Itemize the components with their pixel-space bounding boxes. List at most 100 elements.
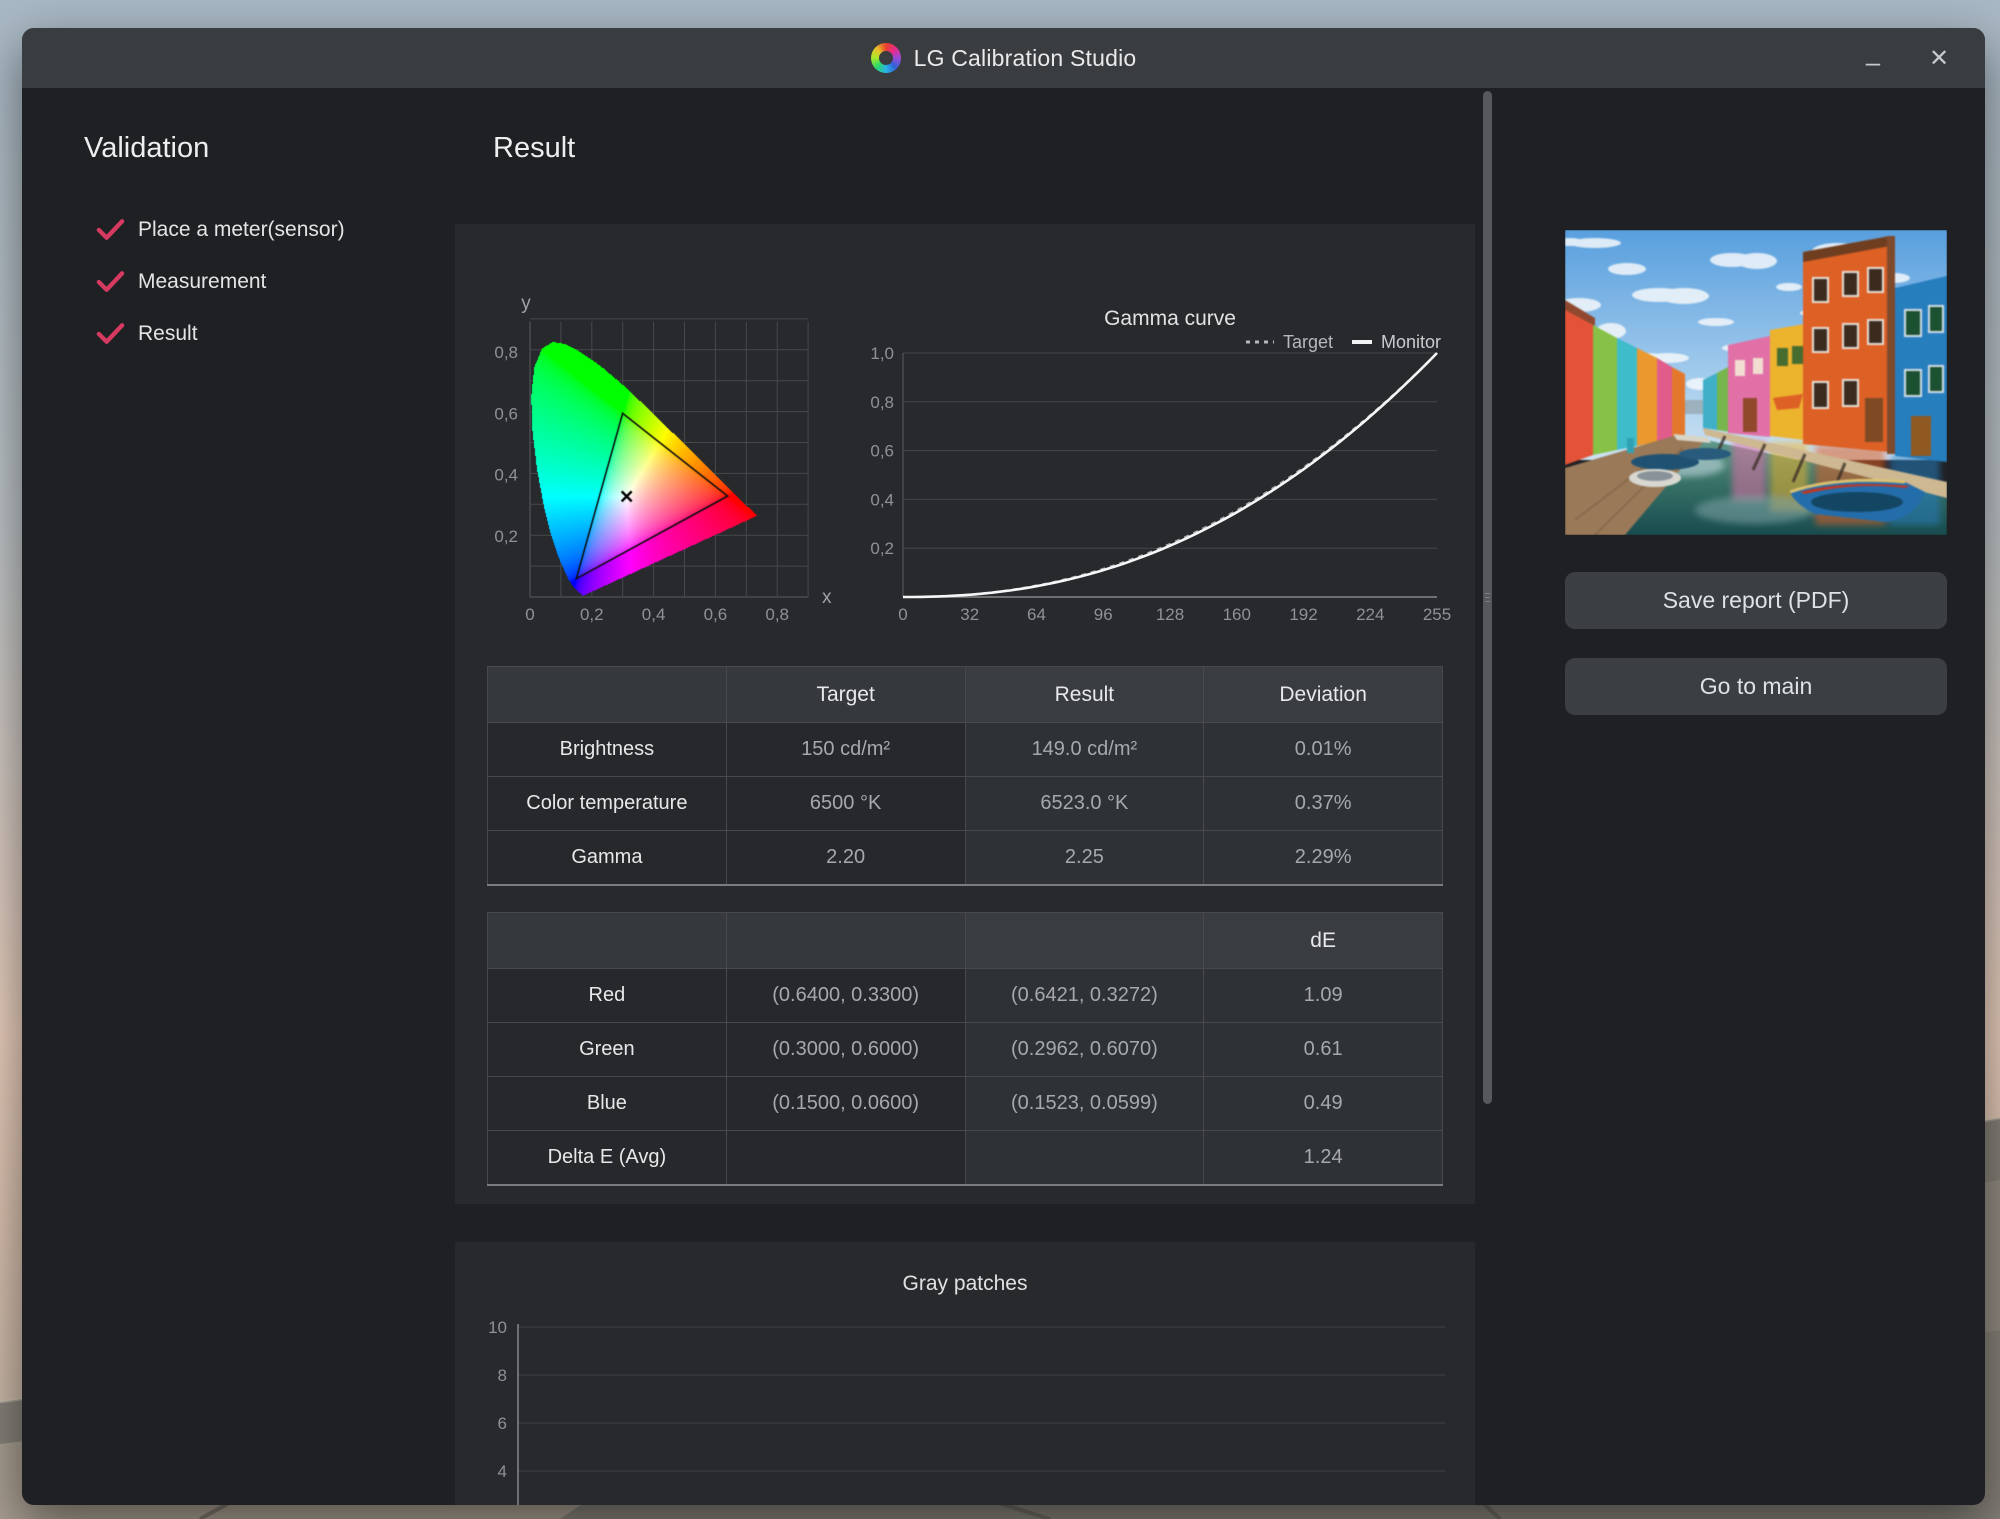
- table-row: Red(0.6400, 0.3300)(0.6421, 0.3272)1.09: [488, 969, 1443, 1023]
- validation-step-label: Measurement: [138, 270, 266, 294]
- save-report-button[interactable]: Save report (PDF): [1565, 572, 1947, 629]
- check-icon: [95, 218, 126, 242]
- svg-text:4: 4: [498, 1462, 507, 1481]
- primaries-table-cell: [965, 1131, 1204, 1186]
- titlebar: LG Calibration Studio – ✕: [22, 28, 1985, 88]
- summary-table-header: Target: [726, 667, 965, 723]
- primaries-table-row-label: Green: [488, 1023, 727, 1077]
- svg-text:0,2: 0,2: [870, 539, 894, 558]
- summary-table-row-label: Color temperature: [488, 777, 727, 831]
- summary-table-cell: 149.0 cd/m²: [965, 723, 1204, 777]
- primaries-table-cell: 1.24: [1204, 1131, 1443, 1186]
- svg-text:32: 32: [960, 605, 979, 624]
- svg-text:0,6: 0,6: [704, 605, 728, 624]
- primaries-table-cell: (0.3000, 0.6000): [726, 1023, 965, 1077]
- sidebar-title: Validation: [84, 132, 209, 165]
- summary-table-row-label: Brightness: [488, 723, 727, 777]
- validation-step[interactable]: Measurement: [95, 266, 345, 297]
- table-row: Delta E (Avg) 1.24: [488, 1131, 1443, 1186]
- primaries-table-cell: (0.6421, 0.3272): [965, 969, 1204, 1023]
- svg-text:96: 96: [1094, 605, 1113, 624]
- svg-text:0,4: 0,4: [494, 466, 518, 485]
- primaries-table-header: dE: [1204, 913, 1443, 969]
- svg-text:160: 160: [1223, 605, 1251, 624]
- scrollbar-grip: [1485, 597, 1490, 598]
- primaries-table-header: [726, 913, 965, 969]
- svg-text:8: 8: [498, 1366, 507, 1385]
- summary-table-box: TargetResultDeviationBrightness150 cd/m²…: [487, 666, 1443, 886]
- sample-photo: [1565, 230, 1947, 535]
- svg-text:0,2: 0,2: [580, 605, 604, 624]
- primaries-table-cell: (0.6400, 0.3300): [726, 969, 965, 1023]
- primaries-table-row-label: Blue: [488, 1077, 727, 1131]
- primaries-table-cell: 0.49: [1204, 1077, 1443, 1131]
- validation-steps: Place a meter(sensor) Measurement Result: [95, 214, 345, 370]
- summary-table-cell: 6523.0 °K: [965, 777, 1204, 831]
- legend-target-label: Target: [1283, 332, 1333, 352]
- check-icon: [95, 270, 126, 294]
- gray-patches-chart: Gray patches 10864: [455, 1242, 1475, 1505]
- primaries-table: dERed(0.6400, 0.3300)(0.6421, 0.3272)1.0…: [487, 912, 1443, 1186]
- summary-table-cell: 0.37%: [1204, 777, 1443, 831]
- summary-table-cell: 2.20: [726, 831, 965, 886]
- svg-text:0,8: 0,8: [494, 343, 518, 362]
- vertical-scrollbar[interactable]: [1483, 91, 1492, 1104]
- svg-text:0,8: 0,8: [870, 393, 894, 412]
- summary-table-header: Result: [965, 667, 1204, 723]
- primaries-table-cell: 0.61: [1204, 1023, 1443, 1077]
- gamma-legend: Target Monitor: [1246, 332, 1441, 352]
- validation-step-label: Result: [138, 322, 198, 346]
- svg-text:255: 255: [1423, 605, 1451, 624]
- app-window: LG Calibration Studio – ✕ Validation Pla…: [22, 28, 1985, 1505]
- cie-y-axis-label: y: [521, 293, 531, 314]
- cie-gamut-canvas: [530, 322, 808, 597]
- gamma-curve-chart: Gamma curve 1,00,80,60,40,20326496128160…: [870, 290, 1470, 630]
- svg-text:64: 64: [1027, 605, 1046, 624]
- svg-text:1,0: 1,0: [870, 344, 894, 363]
- svg-text:6: 6: [498, 1414, 507, 1433]
- gray-patches-title: Gray patches: [903, 1272, 1028, 1295]
- table-row: Blue(0.1500, 0.0600)(0.1523, 0.0599)0.49: [488, 1077, 1443, 1131]
- validation-step[interactable]: Place a meter(sensor): [95, 214, 345, 245]
- app-logo-icon: [871, 43, 901, 73]
- validation-step[interactable]: Result: [95, 318, 345, 349]
- svg-text:192: 192: [1289, 605, 1317, 624]
- primaries-table-cell: (0.1523, 0.0599): [965, 1077, 1204, 1131]
- primaries-table-row-label: Red: [488, 969, 727, 1023]
- table-row: Green(0.3000, 0.6000)(0.2962, 0.6070)0.6…: [488, 1023, 1443, 1077]
- svg-text:0,6: 0,6: [494, 404, 518, 423]
- table-row: Brightness150 cd/m²149.0 cd/m²0.01%: [488, 723, 1443, 777]
- summary-table-header: [488, 667, 727, 723]
- table-row: Color temperature6500 °K6523.0 °K0.37%: [488, 777, 1443, 831]
- primaries-table-row-label: Delta E (Avg): [488, 1131, 727, 1186]
- page-title: Result: [493, 132, 575, 165]
- desktop: LG Calibration Studio – ✕ Validation Pla…: [0, 0, 2000, 1519]
- svg-text:0,2: 0,2: [494, 527, 518, 546]
- window-title: LG Calibration Studio: [914, 45, 1137, 72]
- svg-text:0,4: 0,4: [642, 605, 666, 624]
- summary-table-row-label: Gamma: [488, 831, 727, 886]
- summary-table-cell: 2.29%: [1204, 831, 1443, 886]
- close-button[interactable]: ✕: [1921, 38, 1957, 78]
- primaries-table-cell: [726, 1131, 965, 1186]
- svg-text:0,4: 0,4: [870, 490, 894, 509]
- svg-text:0,8: 0,8: [765, 605, 789, 624]
- svg-text:224: 224: [1356, 605, 1384, 624]
- go-to-main-button[interactable]: Go to main: [1565, 658, 1947, 715]
- primaries-table-header: [965, 913, 1204, 969]
- primaries-table-cell: 1.09: [1204, 969, 1443, 1023]
- svg-text:0: 0: [898, 605, 907, 624]
- minimize-button[interactable]: –: [1855, 34, 1891, 82]
- legend-monitor-label: Monitor: [1381, 332, 1441, 352]
- validation-step-label: Place a meter(sensor): [138, 218, 345, 242]
- primaries-table-cell: (0.2962, 0.6070): [965, 1023, 1204, 1077]
- check-icon: [95, 322, 126, 346]
- svg-text:128: 128: [1156, 605, 1184, 624]
- summary-table-cell: 6500 °K: [726, 777, 965, 831]
- table-row: Gamma2.202.252.29%: [488, 831, 1443, 886]
- summary-table-cell: 2.25: [965, 831, 1204, 886]
- gamma-chart-title: Gamma curve: [1104, 307, 1236, 330]
- primaries-table-header: [488, 913, 727, 969]
- summary-table-cell: 0.01%: [1204, 723, 1443, 777]
- summary-table-cell: 150 cd/m²: [726, 723, 965, 777]
